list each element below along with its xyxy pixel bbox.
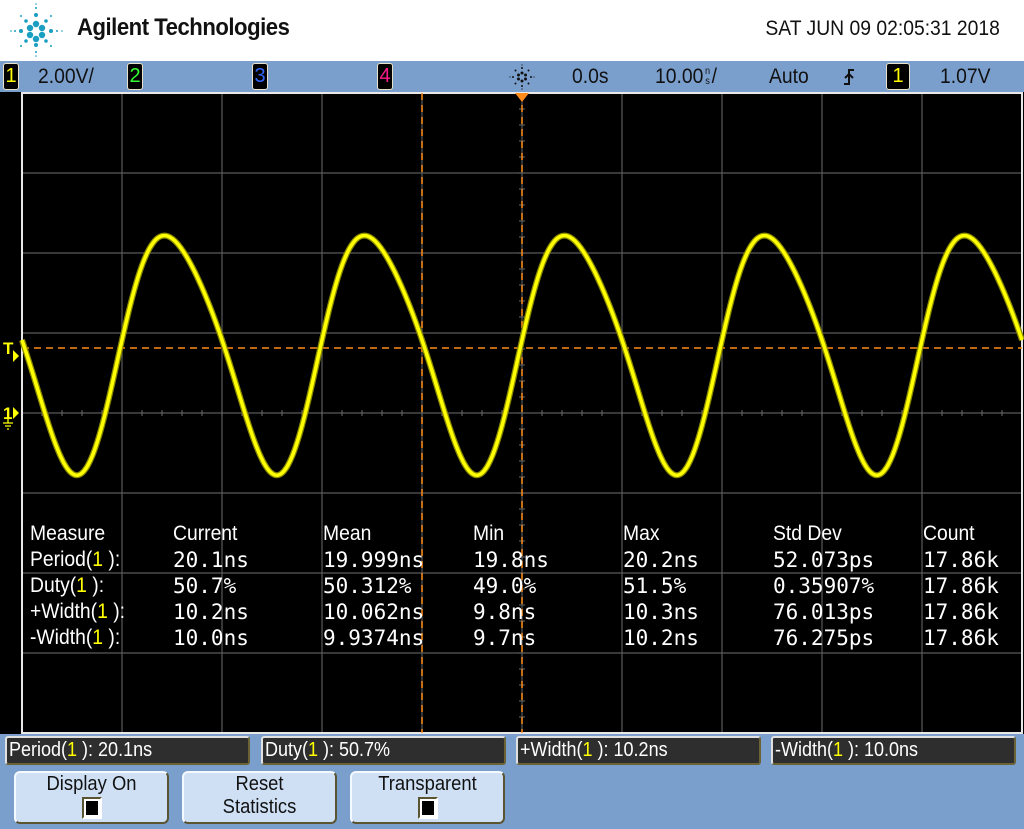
- qm-source: 1: [833, 739, 844, 761]
- trigger-mode[interactable]: Auto: [769, 64, 809, 90]
- measurement-name: Duty(1 ):: [30, 574, 105, 597]
- datetime: SAT JUN 09 02:05:31 2018: [765, 17, 1000, 40]
- measurement-current: 10.0ns: [173, 626, 249, 650]
- channel-1-ground-arrow-icon[interactable]: [13, 407, 19, 419]
- measurement-name: -Width(1 ):: [30, 626, 121, 649]
- header-mean: Mean: [323, 522, 372, 545]
- header-min: Min: [473, 522, 505, 545]
- measurement-count: 17.86k: [923, 626, 999, 650]
- waveform-display[interactable]: T1 Measure Current Mean Min Max Std Dev …: [0, 92, 1024, 734]
- channel-4-badge[interactable]: 4: [377, 63, 393, 90]
- timebase-unit-bottom: s: [705, 76, 710, 87]
- measurement-stddev: 0.35907%: [773, 574, 875, 598]
- timebase-slash: /: [711, 65, 718, 88]
- qm-value: ): 10.0ns: [843, 739, 919, 761]
- rising-edge-icon[interactable]: [840, 64, 858, 90]
- reset-statistics-softkey[interactable]: Reset Statistics: [182, 771, 337, 824]
- measurement-label: Period: [30, 548, 86, 571]
- measurement-mean: 19.999ns: [323, 548, 425, 572]
- qm-label: -Width(: [775, 739, 834, 761]
- display-on-softkey[interactable]: Display On: [14, 771, 169, 824]
- measurement-stddev: 52.073ps: [773, 548, 875, 572]
- softkey-label: Transparent: [378, 773, 477, 795]
- measurement-source: 1: [76, 574, 87, 597]
- quick-measure-plus-width[interactable]: +Width(1 ): 10.2ns: [516, 736, 761, 765]
- measurement-source: 1: [92, 626, 104, 649]
- measurement-source: 1: [92, 548, 104, 571]
- header: Agilent Technologies SAT JUN 09 02:05:31…: [0, 0, 1024, 61]
- checkbox-indicator-icon: [81, 797, 102, 819]
- measurement-count: 17.86k: [923, 600, 999, 624]
- channel-1-badge[interactable]: 1: [3, 63, 19, 90]
- measurement-suffix: ):: [86, 574, 105, 597]
- quick-measure-duty[interactable]: Duty(1 ): 50.7%: [261, 736, 506, 765]
- measurement-current: 10.2ns: [173, 600, 249, 624]
- trigger-level[interactable]: 1.07V: [940, 64, 990, 90]
- measurement-source: 1: [97, 600, 108, 623]
- status-bar: 1 2.00V/ 2 3 4 0.0s 10.00 n s / Auto 1 1.07…: [0, 61, 1024, 92]
- measurement-stddev: 76.275ps: [773, 626, 875, 650]
- quick-measure-minus-width[interactable]: -Width(1 ): 10.0ns: [771, 736, 1016, 765]
- checkbox-indicator-icon: [417, 797, 438, 819]
- header-measure: Measure: [30, 522, 106, 545]
- qm-label: +Width(: [520, 739, 583, 761]
- measurement-max: 10.3ns: [623, 600, 699, 624]
- agilent-logo-icon: [10, 3, 63, 57]
- measurement-min: 9.7ns: [473, 626, 537, 650]
- header-current: Current: [173, 522, 238, 545]
- measurement-max: 10.2ns: [623, 626, 699, 650]
- channel-1-scale[interactable]: 2.00V/: [38, 64, 94, 90]
- measurement-count: 17.86k: [923, 548, 999, 572]
- measurement-min: 19.8ns: [473, 548, 549, 572]
- measurement-label: Duty: [30, 574, 70, 597]
- measurement-mean: 9.9374ns: [323, 626, 425, 650]
- measurement-current: 50.7%: [173, 574, 237, 598]
- softkey-bar: Period(1 ): 20.1ns Duty(1 ): 50.7% +Widt…: [0, 734, 1024, 829]
- header-std-dev: Std Dev: [773, 522, 842, 545]
- measurement-max: 20.2ns: [623, 548, 699, 572]
- softkey-label-line2: Statistics: [222, 796, 297, 818]
- measurement-suffix: ):: [103, 548, 121, 571]
- trigger-level-arrow-icon[interactable]: [13, 350, 19, 362]
- qm-value: ): 10.2ns: [592, 739, 668, 761]
- measurement-mean: 50.312%: [323, 574, 412, 598]
- quick-measure-period[interactable]: Period(1 ): 20.1ns: [5, 736, 250, 765]
- qm-label: Duty(: [265, 739, 309, 761]
- channel-3-badge[interactable]: 3: [252, 63, 268, 90]
- header-count: Count: [923, 522, 975, 545]
- measurement-min: 49.0%: [473, 574, 537, 598]
- transparent-softkey[interactable]: Transparent: [350, 771, 505, 824]
- channel-2-badge[interactable]: 2: [127, 63, 143, 90]
- measurement-min: 9.8ns: [473, 600, 537, 624]
- softkey-label: Display On: [46, 773, 137, 795]
- measurement-label: +Width: [30, 600, 91, 623]
- measurement-current: 20.1ns: [173, 548, 249, 572]
- measurement-count: 17.86k: [923, 574, 999, 598]
- measurement-label: -Width: [30, 626, 86, 649]
- qm-value: ): 20.1ns: [77, 739, 153, 761]
- trigger-level-label: T: [3, 339, 14, 358]
- measurement-suffix: ):: [103, 626, 121, 649]
- measurement-mean: 10.062ns: [323, 600, 425, 624]
- qm-value: ): 50.7%: [318, 739, 391, 761]
- measurement-suffix: ):: [107, 600, 126, 623]
- qm-label: Period(: [9, 739, 68, 761]
- trigger-position-marker[interactable]: [515, 93, 529, 102]
- measurement-max: 51.5%: [623, 574, 687, 598]
- measurement-name: Period(1 ):: [30, 548, 121, 571]
- acquisition-spark-icon: [509, 64, 535, 90]
- timebase-value: 10.00: [655, 65, 704, 88]
- time-delay[interactable]: 0.0s: [572, 64, 609, 90]
- qm-source: 1: [582, 739, 593, 761]
- header-max: Max: [623, 522, 660, 545]
- brand-name: Agilent Technologies: [77, 14, 290, 41]
- measurement-stddev: 76.013ps: [773, 600, 875, 624]
- qm-source: 1: [308, 739, 319, 761]
- softkey-label: Reset: [235, 773, 284, 795]
- trigger-source-badge[interactable]: 1: [886, 63, 910, 90]
- qm-source: 1: [67, 739, 78, 761]
- measurement-name: +Width(1 ):: [30, 600, 126, 623]
- timebase[interactable]: 10.00 n s /: [655, 64, 717, 90]
